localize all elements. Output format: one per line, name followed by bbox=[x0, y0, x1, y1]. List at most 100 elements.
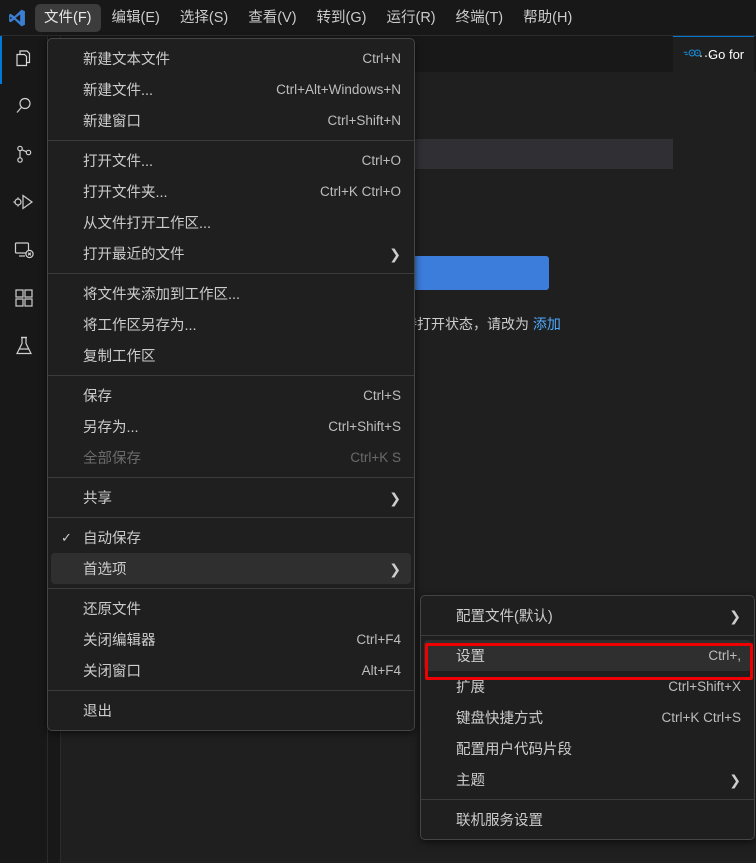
menu-separator bbox=[48, 690, 414, 691]
menu-item[interactable]: 联机服务设置 bbox=[424, 804, 751, 835]
menu-item-label: 联机服务设置 bbox=[456, 813, 543, 829]
chevron-right-icon: ❯ bbox=[389, 489, 401, 506]
menu-item-shortcut: Ctrl+Alt+Windows+N bbox=[276, 82, 401, 97]
menu-item-shortcut: Ctrl+Shift+N bbox=[327, 113, 401, 128]
menu-item[interactable]: ✓ 自动保存 bbox=[51, 522, 411, 553]
menu-item[interactable]: 打开文件... Ctrl+O bbox=[51, 145, 411, 176]
menu-item-shortcut: Ctrl+K S bbox=[350, 450, 401, 465]
editor-more-actions-button[interactable]: … bbox=[698, 45, 716, 61]
menubar-item-go[interactable]: 转到(G) bbox=[308, 4, 376, 32]
title-bar: 文件(F) 编辑(E) 选择(S) 查看(V) 转到(G) 运行(R) 终端(T… bbox=[0, 0, 756, 36]
menu-item[interactable]: 新建窗口 Ctrl+Shift+N bbox=[51, 105, 411, 136]
menu-item[interactable]: 设置 Ctrl+, bbox=[424, 640, 751, 671]
menu-item-label: 新建窗口 bbox=[83, 114, 141, 130]
source-control-icon bbox=[12, 142, 36, 171]
menubar-item-run[interactable]: 运行(R) bbox=[377, 4, 444, 32]
check-icon: ✓ bbox=[61, 529, 72, 545]
menu-item-shortcut: Ctrl+F4 bbox=[356, 632, 401, 647]
menu-item-label: 将文件夹添加到工作区... bbox=[83, 287, 241, 303]
menu-item[interactable]: 打开最近的文件 ❯ bbox=[51, 238, 411, 269]
activity-item-testing[interactable] bbox=[0, 324, 48, 372]
activity-item-explorer[interactable] bbox=[0, 36, 48, 84]
menu-item: 全部保存 Ctrl+K S bbox=[51, 442, 411, 473]
menu-item[interactable]: 另存为... Ctrl+Shift+S bbox=[51, 411, 411, 442]
beaker-icon bbox=[12, 334, 36, 363]
menu-item-label: 还原文件 bbox=[83, 602, 141, 618]
vscode-window: Go for … 使其保持打开状态，请改为 添加 文件(F) 编辑(E) 选择(… bbox=[0, 0, 756, 863]
menu-item[interactable]: 配置用户代码片段 bbox=[424, 733, 751, 764]
menu-item[interactable]: 关闭窗口 Alt+F4 bbox=[51, 655, 411, 686]
run-debug-icon bbox=[12, 190, 36, 219]
menubar-item-view[interactable]: 查看(V) bbox=[239, 4, 305, 32]
menu-separator bbox=[421, 635, 754, 636]
menu-item-label: 键盘快捷方式 bbox=[456, 711, 543, 727]
menu-item-shortcut: Ctrl+, bbox=[708, 648, 741, 663]
menu-item-label: 将工作区另存为... bbox=[83, 318, 197, 334]
preferences-submenu: 配置文件(默认) ❯ 设置 Ctrl+, 扩展 Ctrl+Shift+X 键盘快捷方式 Ctr… bbox=[420, 595, 755, 840]
menu-separator bbox=[48, 588, 414, 589]
menu-item[interactable]: 关闭编辑器 Ctrl+F4 bbox=[51, 624, 411, 655]
menubar-item-selection[interactable]: 选择(S) bbox=[171, 4, 237, 32]
search-icon bbox=[12, 94, 36, 123]
menu-item-shortcut: Ctrl+Shift+S bbox=[328, 419, 401, 434]
menu-bar: 文件(F) 编辑(E) 选择(S) 查看(V) 转到(G) 运行(R) 终端(T… bbox=[34, 0, 582, 35]
menu-item-label: 另存为... bbox=[83, 420, 139, 436]
menu-item[interactable]: 从文件打开工作区... bbox=[51, 207, 411, 238]
menu-item-shortcut: Alt+F4 bbox=[361, 663, 401, 678]
menu-item-label: 打开文件... bbox=[83, 154, 154, 170]
menu-item-shortcut: Ctrl+S bbox=[363, 388, 401, 403]
menu-item[interactable]: 主题 ❯ bbox=[424, 764, 751, 795]
menu-item-label: 扩展 bbox=[456, 680, 485, 696]
menu-item-shortcut: Ctrl+Shift+X bbox=[668, 679, 741, 694]
chevron-right-icon: ❯ bbox=[729, 607, 741, 624]
activity-bar bbox=[0, 36, 48, 863]
menu-item[interactable]: 新建文件... Ctrl+Alt+Windows+N bbox=[51, 74, 411, 105]
menu-item[interactable]: 保存 Ctrl+S bbox=[51, 380, 411, 411]
menu-item[interactable]: 将工作区另存为... bbox=[51, 309, 411, 340]
menubar-item-edit[interactable]: 编辑(E) bbox=[103, 4, 169, 32]
menu-item-label: 设置 bbox=[456, 649, 485, 665]
menu-item[interactable]: 扩展 Ctrl+Shift+X bbox=[424, 671, 751, 702]
menu-item-shortcut: Ctrl+N bbox=[362, 51, 401, 66]
activity-item-source-control[interactable] bbox=[0, 132, 48, 180]
menu-item-label: 从文件打开工作区... bbox=[83, 216, 212, 232]
menubar-item-help[interactable]: 帮助(H) bbox=[514, 4, 581, 32]
menu-item[interactable]: 还原文件 bbox=[51, 593, 411, 624]
extensions-icon bbox=[12, 286, 36, 315]
menu-item-label: 打开最近的文件 bbox=[83, 247, 185, 263]
menu-item[interactable]: 共享 ❯ bbox=[51, 482, 411, 513]
menubar-item-terminal[interactable]: 终端(T) bbox=[447, 4, 513, 32]
menu-item[interactable]: 键盘快捷方式 Ctrl+K Ctrl+S bbox=[424, 702, 751, 733]
menu-item-label: 打开文件夹... bbox=[83, 185, 168, 201]
menu-item-label: 新建文件... bbox=[83, 83, 154, 99]
menu-item-label: 共享 bbox=[83, 491, 112, 507]
menu-item-label: 主题 bbox=[456, 773, 485, 789]
menu-item-shortcut: Ctrl+K Ctrl+O bbox=[319, 184, 401, 199]
menu-item[interactable]: 将文件夹添加到工作区... bbox=[51, 278, 411, 309]
menu-separator bbox=[421, 799, 754, 800]
menu-item[interactable]: 复制工作区 bbox=[51, 340, 411, 371]
vscode-logo-icon bbox=[0, 0, 34, 36]
welcome-primary-button[interactable] bbox=[413, 256, 549, 290]
menu-item-label: 配置文件(默认) bbox=[456, 609, 553, 625]
menu-item[interactable]: 退出 bbox=[51, 695, 411, 726]
remote-explorer-icon bbox=[12, 238, 36, 267]
chevron-right-icon: ❯ bbox=[729, 771, 741, 788]
menu-item[interactable]: 配置文件(默认) ❯ bbox=[424, 600, 751, 631]
welcome-hint-link[interactable]: 添加 bbox=[533, 316, 561, 332]
menu-item[interactable]: 首选项 ❯ bbox=[51, 553, 411, 584]
activity-item-extensions[interactable] bbox=[0, 276, 48, 324]
menubar-item-file[interactable]: 文件(F) bbox=[35, 3, 101, 32]
menu-item[interactable]: 新建文本文件 Ctrl+N bbox=[51, 43, 411, 74]
file-dropdown-menu: 新建文本文件 Ctrl+N 新建文件... Ctrl+Alt+Windows+N 新建窗… bbox=[47, 38, 415, 731]
menu-item-shortcut: Ctrl+O bbox=[361, 153, 401, 168]
menu-separator bbox=[48, 140, 414, 141]
menu-item-label: 关闭窗口 bbox=[83, 664, 141, 680]
activity-item-search[interactable] bbox=[0, 84, 48, 132]
menu-separator bbox=[48, 517, 414, 518]
activity-item-run-and-debug[interactable] bbox=[0, 180, 48, 228]
menu-item-label: 全部保存 bbox=[83, 451, 141, 467]
activity-item-remote-explorer[interactable] bbox=[0, 228, 48, 276]
menu-item[interactable]: 打开文件夹... Ctrl+K Ctrl+O bbox=[51, 176, 411, 207]
files-icon bbox=[12, 46, 36, 75]
